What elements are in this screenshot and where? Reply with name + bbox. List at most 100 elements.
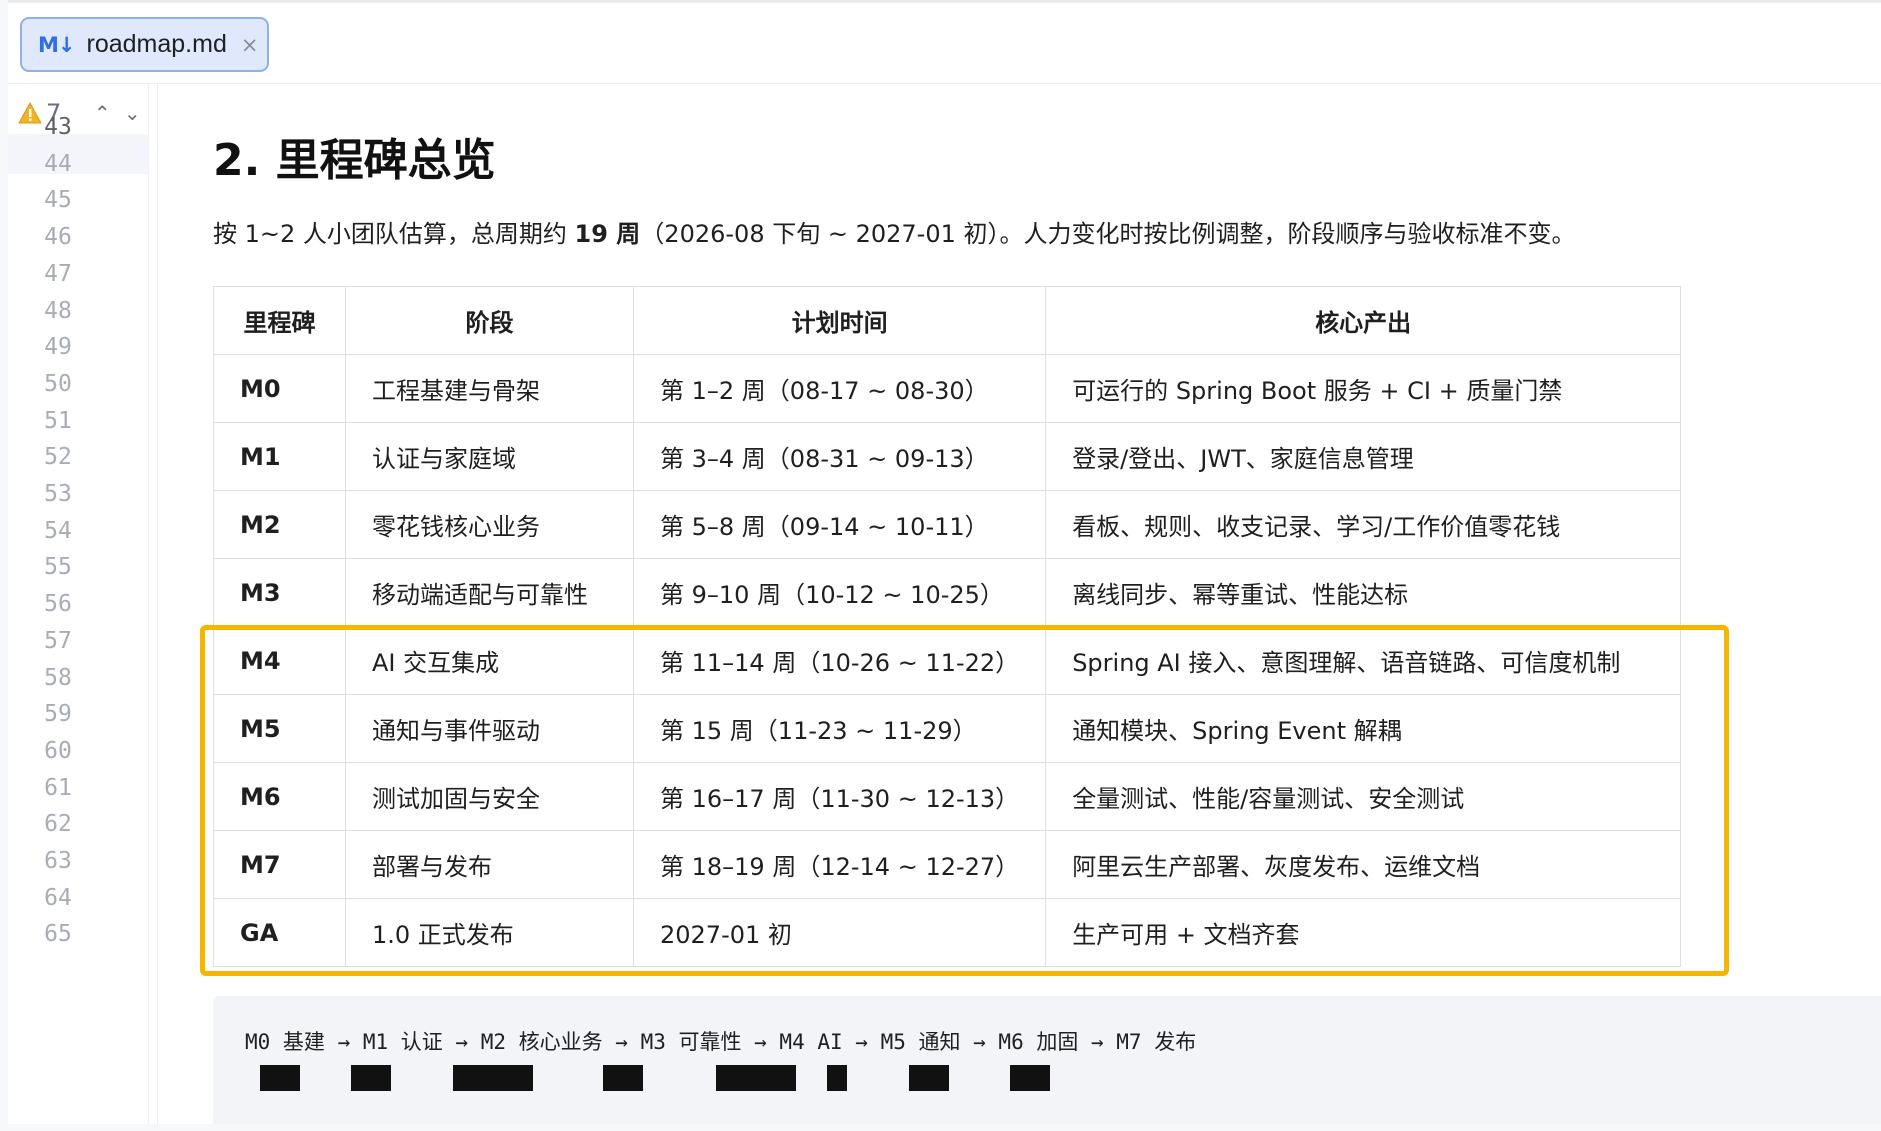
output-cell: Spring AI 接入、意图理解、语音链路、可信度机制 <box>1045 626 1682 695</box>
milestone-flow-line: M0 基建 → M1 认证 → M2 核心业务 → M3 可靠性 → M4 AI… <box>245 1030 1197 1054</box>
table-row: M5 通知与事件驱动第 15 周（11-23 ~ 11-29） 通知模块、Sprin… <box>213 694 1682 763</box>
flow-bar <box>603 1065 643 1091</box>
intro-suffix: （2026-08 下旬 ~ 2027-01 初）。人力变化时按比例调整，阶段顺序… <box>640 220 1576 248</box>
phase-cell: 1.0 正式发布 <box>345 898 634 967</box>
milestone-id-cell: M5 <box>213 694 346 763</box>
milestone-id-cell: M4 <box>213 626 346 695</box>
line-number: 54 <box>44 517 72 544</box>
output-cell: 阿里云生产部署、灰度发布、运维文档 <box>1045 830 1682 899</box>
markdown-file-icon: M↓ <box>38 32 75 57</box>
phase-cell: 测试加固与安全 <box>345 762 634 831</box>
line-number: 52 <box>44 444 72 471</box>
previous-highlight-icon[interactable]: ⌃ <box>87 101 117 125</box>
table-row: M1 认证与家庭域第 3–4 周（08-31 ~ 09-13） 登录/登出、JWT、… <box>213 422 1682 491</box>
line-number-gutter: 7 ⌃ ⌄ 43 44 45 46 47 48 49 50 51 52 53 54 55 56 57 58 59… <box>8 84 162 1124</box>
schedule-cell: 第 9–10 周（10-12 ~ 10-25） <box>632 558 1047 627</box>
line-number: 61 <box>44 774 72 801</box>
output-cell: 通知模块、Spring Event 解耦 <box>1045 694 1682 763</box>
milestone-id-cell: M2 <box>213 490 346 559</box>
table-header-row: 里程碑 阶段 计划时间 核心产出 <box>213 286 1682 355</box>
line-number: 57 <box>44 627 72 654</box>
flow-bar <box>260 1065 300 1091</box>
output-cell: 看板、规则、收支记录、学习/工作价值零花钱 <box>1045 490 1682 559</box>
line-number: 59 <box>44 701 72 728</box>
milestone-id-cell: GA <box>213 898 346 967</box>
milestone-table: 里程碑 阶段 计划时间 核心产出 M0 工程基建与骨架第 1–2 周（08-17 … <box>213 286 1682 967</box>
milestone-id-cell: M7 <box>213 830 346 899</box>
table-row: M4 AI 交互集成第 11–14 周（10-26 ~ 11-22） Spring … <box>213 626 1682 695</box>
line-number: 56 <box>44 591 72 618</box>
gutter-separator <box>148 84 149 1124</box>
milestone-table-body: M0 工程基建与骨架第 1–2 周（08-17 ~ 08-30） 可运行的 Spri… <box>213 354 1682 967</box>
column-header-output: 核心产出 <box>1045 286 1682 355</box>
flow-bar <box>909 1065 949 1091</box>
line-number: 44 <box>44 150 72 177</box>
phase-cell: 认证与家庭域 <box>345 422 634 491</box>
markdown-preview: 2. 里程碑总览 按 1~2 人小团队估算，总周期约 19 周（2026-08 … <box>158 84 1881 1124</box>
intro-paragraph: 按 1~2 人小团队估算，总周期约 19 周（2026-08 下旬 ~ 2027… <box>213 214 1576 249</box>
table-row: M0 工程基建与骨架第 1–2 周（08-17 ~ 08-30） 可运行的 Spri… <box>213 354 1682 423</box>
phase-cell: AI 交互集成 <box>345 626 634 695</box>
flow-bar <box>827 1065 847 1091</box>
next-highlight-icon[interactable]: ⌄ <box>117 101 147 125</box>
tab-label: roadmap.md <box>86 30 227 58</box>
phase-cell: 部署与发布 <box>345 830 634 899</box>
line-number: 55 <box>44 554 72 581</box>
line-number: 49 <box>44 334 72 361</box>
table-row: M3 移动端适配与可靠性第 9–10 周（10-12 ~ 10-25） 离线同步、幂… <box>213 558 1682 627</box>
flow-bar <box>351 1065 391 1091</box>
flow-bar <box>716 1065 796 1091</box>
column-header-phase: 阶段 <box>345 286 634 355</box>
output-cell: 离线同步、幂等重试、性能达标 <box>1045 558 1682 627</box>
phase-cell: 工程基建与骨架 <box>345 354 634 423</box>
schedule-cell: 第 11–14 周（10-26 ~ 11-22） <box>632 626 1047 695</box>
milestone-id-cell: M6 <box>213 762 346 831</box>
table-row: M7 部署与发布第 18–19 周（12-14 ~ 12-27） 阿里云生产部署、灰… <box>213 830 1682 899</box>
schedule-cell: 第 18–19 周（12-14 ~ 12-27） <box>632 830 1047 899</box>
output-cell: 可运行的 Spring Boot 服务 + CI + 质量门禁 <box>1045 354 1682 423</box>
milestone-id-cell: M1 <box>213 422 346 491</box>
flow-code-block: M0 基建 → M1 认证 → M2 核心业务 → M3 可靠性 → M4 AI… <box>213 996 1881 1124</box>
phase-cell: 移动端适配与可靠性 <box>345 558 634 627</box>
line-number: 63 <box>44 848 72 874</box>
phase-cell: 零花钱核心业务 <box>345 490 634 559</box>
output-cell: 全量测试、性能/容量测试、安全测试 <box>1045 762 1682 831</box>
tab-roadmap-md[interactable]: M↓ roadmap.md × <box>20 17 269 72</box>
line-number: 51 <box>44 407 72 434</box>
column-header-milestone: 里程碑 <box>213 286 346 355</box>
section-heading: 2. 里程碑总览 <box>213 135 496 186</box>
line-number: 60 <box>44 737 72 764</box>
line-number: 62 <box>44 811 72 838</box>
schedule-cell: 第 16–17 周（11-30 ~ 12-13） <box>632 762 1047 831</box>
line-number: 64 <box>44 884 72 911</box>
line-number: 45 <box>44 187 72 214</box>
table-row: M6 测试加固与安全第 16–17 周（11-30 ~ 12-13） 全量测试、性能… <box>213 762 1682 831</box>
flow-bar <box>1010 1065 1050 1091</box>
schedule-cell: 第 1–2 周（08-17 ~ 08-30） <box>632 354 1047 423</box>
line-number: 47 <box>44 260 72 287</box>
intro-prefix: 按 1~2 人小团队估算，总周期约 <box>213 220 575 248</box>
table-row: M2 零花钱核心业务第 5–8 周（09-14 ~ 10-11） 看板、规则、收支记… <box>213 490 1682 559</box>
schedule-cell: 第 5–8 周（09-14 ~ 10-11） <box>632 490 1047 559</box>
line-number: 46 <box>44 224 72 251</box>
milestone-id-cell: M3 <box>213 558 346 627</box>
table-row: GA 1.0 正式发布 2027-01 初生产可用 + 文档齐套 <box>213 898 1682 967</box>
flow-bar <box>453 1065 533 1091</box>
intro-duration: 19 周 <box>574 220 641 248</box>
line-number: 48 <box>44 297 72 324</box>
milestone-id-cell: M0 <box>213 354 346 423</box>
line-number: 53 <box>44 481 72 507</box>
output-cell: 登录/登出、JWT、家庭信息管理 <box>1045 422 1682 491</box>
output-cell: 生产可用 + 文档齐套 <box>1045 898 1682 967</box>
line-number: 43 <box>44 114 72 140</box>
schedule-cell: 2027-01 初 <box>632 898 1047 967</box>
schedule-cell: 第 15 周（11-23 ~ 11-29） <box>632 694 1047 763</box>
schedule-cell: 第 3–4 周（08-31 ~ 09-13） <box>632 422 1047 491</box>
column-header-time: 计划时间 <box>632 286 1047 355</box>
line-number: 50 <box>44 370 72 397</box>
line-number: 65 <box>44 921 72 948</box>
editor-tab-bar: M↓ roadmap.md × <box>8 0 1881 84</box>
close-icon[interactable]: × <box>241 33 259 57</box>
phase-cell: 通知与事件驱动 <box>345 694 634 763</box>
line-number: 58 <box>44 664 72 691</box>
